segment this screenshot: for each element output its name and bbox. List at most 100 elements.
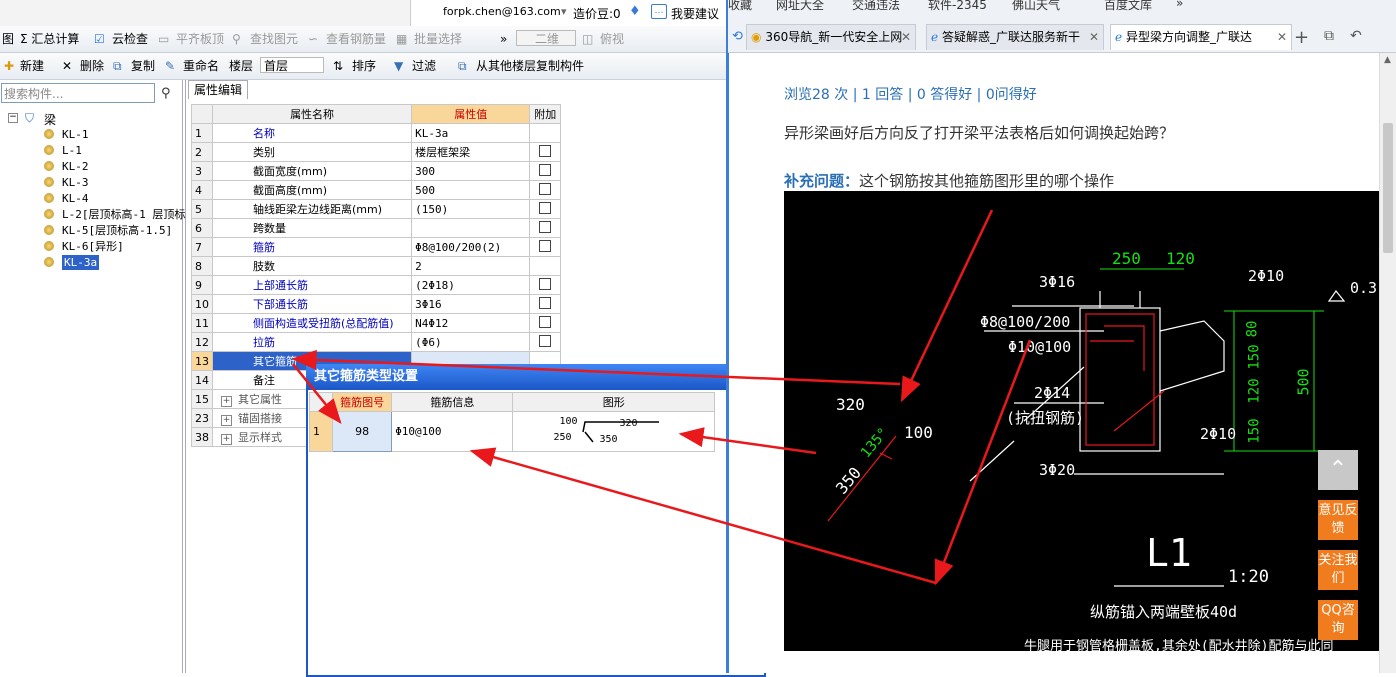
tree-item[interactable]: L-2[层顶标高-1 层顶标 (62, 207, 185, 222)
tab-close-icon[interactable]: ✕ (901, 25, 911, 50)
expand-icon[interactable]: + (221, 396, 232, 407)
browser-tab-3[interactable]: ℯ 异型梁方向调整_广联达 ✕ (1110, 24, 1292, 50)
tree-item[interactable]: KL-6[异形] (62, 239, 124, 254)
property-value[interactable]: 500 (411, 180, 531, 200)
bookmark-nav[interactable]: 网址大全 (776, 0, 824, 13)
extra-checkbox[interactable] (539, 334, 552, 347)
page-scrollbar[interactable]: ▲ (1379, 53, 1396, 673)
bookmark-traffic[interactable]: 交通违法 (852, 0, 900, 13)
search-icon[interactable]: ⚲ (161, 86, 171, 101)
stirrup-shape-cell[interactable]: 100 320 250 350 (512, 411, 715, 452)
bell-icon[interactable]: ♦ (629, 4, 641, 19)
property-value[interactable] (411, 218, 531, 238)
extra-checkbox[interactable] (539, 182, 552, 195)
cloud-check-button[interactable]: 云检查 (112, 30, 148, 48)
toolbar-more-button[interactable]: » (500, 30, 507, 48)
stirrup-id-cell[interactable]: 98 (332, 411, 393, 452)
bookmark-software[interactable]: 软件-2345 (928, 0, 987, 13)
property-value[interactable]: (2Φ18) (411, 275, 531, 295)
extra-checkbox[interactable] (539, 201, 552, 214)
property-row[interactable]: 1 名称 KL-3a (191, 123, 561, 143)
tree-item[interactable]: L-1 (62, 143, 82, 158)
property-row[interactable]: 11 侧面构造或受扭筋(总配筋值) N4Φ12 (191, 313, 561, 333)
tree-item[interactable]: KL-1 (62, 127, 89, 142)
copy-from-floor-button[interactable]: 从其他楼层复制构件 (476, 57, 584, 75)
extra-checkbox[interactable] (539, 144, 552, 157)
extra-checkbox[interactable] (539, 296, 552, 309)
property-row[interactable]: 4 截面高度(mm) 500 (191, 180, 561, 200)
tree-collapse-icon[interactable]: − (8, 113, 18, 123)
tree-item[interactable]: KL-4 (62, 191, 89, 206)
tree-item[interactable]: KL-5[层顶标高-1.5] (62, 223, 172, 238)
tree-item[interactable]: KL-3a (62, 255, 100, 270)
undo-icon[interactable]: ↶ (1350, 28, 1362, 44)
user-email[interactable]: forpk.chen@163.com (443, 5, 561, 18)
browser-menu-icon[interactable]: ⟲ (732, 29, 743, 44)
floor-select[interactable]: 首层 (260, 57, 324, 73)
property-row[interactable]: 8 肢数 2 (191, 256, 561, 276)
sort-button[interactable]: 排序 (352, 57, 376, 75)
property-value[interactable]: KL-3a (411, 123, 531, 143)
extra-checkbox[interactable] (539, 315, 552, 328)
new-tab-icon[interactable]: + (1294, 27, 1309, 48)
extra-checkbox[interactable] (539, 163, 552, 176)
tree-root-label[interactable]: 梁 (44, 111, 56, 128)
browser-tab-1[interactable]: ◉ 360导航_新一代安全上网 ✕ (746, 24, 916, 50)
view-mode-select[interactable]: 二维 (516, 30, 576, 46)
new-button[interactable]: 新建 (20, 57, 44, 75)
find-element-button[interactable]: 查找图元 (250, 30, 298, 48)
extra-checkbox[interactable] (539, 220, 552, 233)
property-value[interactable]: 3Φ16 (411, 294, 531, 314)
property-value[interactable]: 300 (411, 161, 531, 181)
qq-consult-button[interactable]: QQ咨询 (1318, 600, 1358, 640)
flush-slab-button[interactable]: 平齐板顶 (176, 30, 224, 48)
property-value[interactable]: 楼层框架梁 (411, 142, 531, 162)
scroll-up-icon[interactable]: ▲ (1384, 55, 1391, 65)
tree-item[interactable]: KL-2 (62, 159, 89, 174)
property-row[interactable]: 5 轴线距梁左边线距离(mm) (150) (191, 199, 561, 219)
tab-close-icon[interactable]: ✕ (1089, 25, 1099, 50)
sum-calc-button[interactable]: Σ 汇总计算 (20, 30, 79, 48)
follow-us-button[interactable]: 关注我们 (1318, 550, 1358, 590)
stirrup-info-cell[interactable]: Φ10@100 (391, 411, 514, 452)
property-row[interactable]: 3 截面宽度(mm) 300 (191, 161, 561, 181)
restore-tab-icon[interactable]: ⧉ (1324, 28, 1334, 44)
property-value[interactable]: Φ8@100/200(2) (411, 237, 531, 257)
top-view-button[interactable]: 俯视 (600, 30, 624, 48)
search-input[interactable]: 搜索构件... (1, 83, 155, 103)
rename-button[interactable]: 重命名 (183, 57, 219, 75)
tree-item[interactable]: KL-3 (62, 175, 89, 190)
bookmark-more[interactable]: » (1176, 0, 1183, 10)
batch-select-button[interactable]: 批量选择 (414, 30, 462, 48)
property-row[interactable]: 9 上部通长筋 (2Φ18) (191, 275, 561, 295)
expand-icon[interactable]: + (221, 415, 232, 426)
scrollbar-thumb[interactable] (1383, 123, 1393, 253)
property-row[interactable]: 7 箍筋 Φ8@100/200(2) (191, 237, 561, 257)
delete-button[interactable]: 删除 (80, 57, 104, 75)
property-value[interactable]: (150) (411, 199, 531, 219)
bookmark-weather[interactable]: 佛山天气 (1012, 0, 1060, 13)
toolbar-item-view[interactable]: 图 (2, 30, 14, 48)
property-row[interactable]: 12 拉筋 (Φ6) (191, 332, 561, 352)
property-row[interactable]: 6 跨数量 (191, 218, 561, 238)
expand-icon[interactable]: + (221, 434, 232, 445)
bookmark-wenku[interactable]: 百度文库 (1104, 0, 1152, 13)
bookmark-fav[interactable]: 收藏 (728, 0, 752, 13)
dropdown-icon[interactable]: ▾ (561, 5, 567, 18)
property-row[interactable]: 10 下部通长筋 3Φ16 (191, 294, 561, 314)
extra-checkbox[interactable] (539, 239, 552, 252)
browser-tab-2[interactable]: ℯ 答疑解惑_广联达服务新干 ✕ (926, 24, 1104, 50)
property-value[interactable]: N4Φ12 (411, 313, 531, 333)
back-to-top-icon[interactable]: ⌃ (1318, 450, 1358, 490)
extra-checkbox[interactable] (539, 277, 552, 290)
view-rebar-button[interactable]: 查看钢筋量 (326, 30, 386, 48)
copy-button[interactable]: 复制 (131, 57, 155, 75)
tab-property-edit[interactable]: 属性编辑 (188, 80, 248, 99)
feedback-button[interactable]: 意见反馈 (1318, 500, 1358, 540)
property-value[interactable]: 2 (411, 256, 531, 276)
property-value[interactable]: (Φ6) (411, 332, 531, 352)
filter-button[interactable]: 过滤 (412, 57, 436, 75)
suggest-link[interactable]: 我要建议 (671, 5, 719, 22)
tab-close-icon[interactable]: ✕ (1277, 25, 1287, 50)
property-row[interactable]: 2 类别 楼层框架梁 (191, 142, 561, 162)
